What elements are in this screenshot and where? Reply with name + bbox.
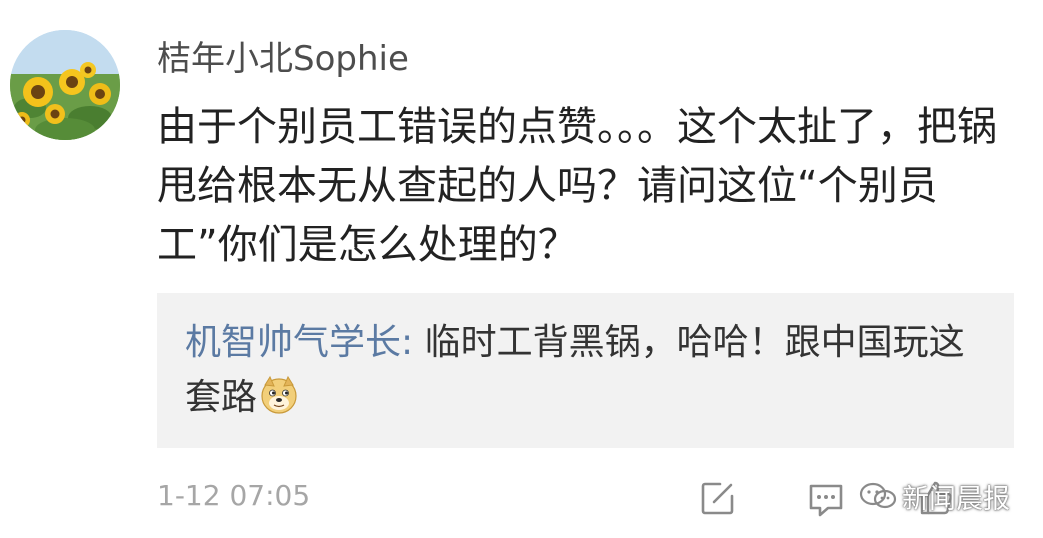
reply-username[interactable]: 机智帅气学长:	[185, 322, 413, 363]
doge-emoji-icon	[259, 375, 299, 415]
comment-card: 桔年小北Sophie 由于个别员工错误的点赞。。。这个太扯了，把锅甩给根本无从查…	[0, 0, 1043, 538]
comment-text: 由于个别员工错误的点赞。。。这个太扯了，把锅甩给根本无从查起的人吗？请问这位“个…	[157, 104, 997, 268]
sunflower-avatar-image	[10, 30, 120, 140]
reply-content: 机智帅气学长: 临时工背黑锅，哈哈！跟中国玩这套路	[185, 315, 985, 425]
comment-username[interactable]: 桔年小北Sophie	[157, 36, 409, 82]
comment-icon[interactable]	[806, 480, 846, 520]
watermark: 新闻晨报	[858, 476, 1010, 516]
comment-timestamp: 1-12 07:05	[157, 479, 311, 512]
avatar[interactable]	[10, 30, 120, 140]
edit-icon[interactable]	[698, 478, 738, 518]
reply-box[interactable]: 机智帅气学长: 临时工背黑锅，哈哈！跟中国玩这套路	[157, 293, 1014, 448]
watermark-text: 新闻晨报	[902, 483, 1010, 515]
wechat-logo-icon	[858, 481, 898, 511]
